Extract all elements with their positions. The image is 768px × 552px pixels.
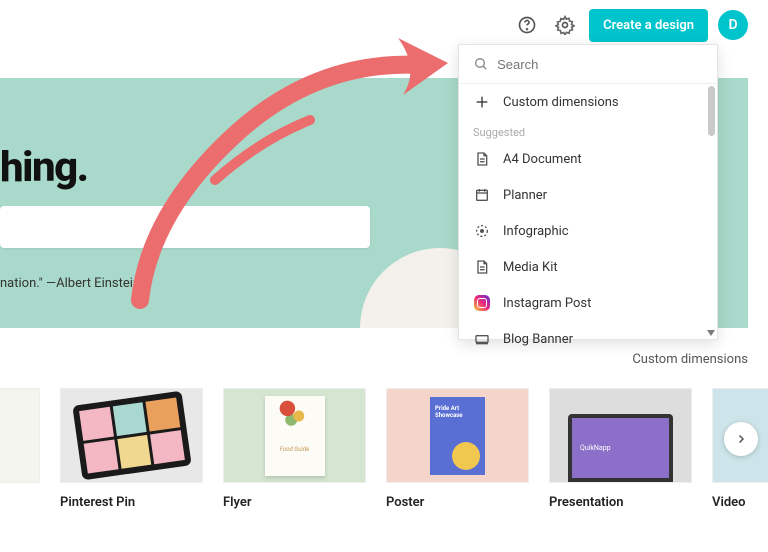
scrollbar-thumb[interactable] xyxy=(708,86,715,136)
dropdown-search-row xyxy=(459,45,717,84)
suggested-infographic[interactable]: Infographic xyxy=(459,213,717,249)
template-label: Pinterest Pin xyxy=(60,495,203,510)
top-header: Create a design D xyxy=(513,0,768,50)
document-icon xyxy=(473,258,491,276)
instagram-icon xyxy=(473,294,491,312)
template-thumbnail xyxy=(60,388,203,483)
template-card-poster[interactable]: Pride Art Showcase Poster xyxy=(386,388,529,510)
quote-text: nation." —Albert Einstein xyxy=(0,276,140,291)
template-carousel: Pinterest Pin Food Guide Flyer Pride Art… xyxy=(0,388,768,548)
template-thumbnail xyxy=(0,388,40,483)
dd-item-label: Infographic xyxy=(503,224,569,239)
hero-title: hing. xyxy=(0,143,88,192)
template-card-flyer[interactable]: Food Guide Flyer xyxy=(223,388,366,510)
template-label: Video xyxy=(712,495,768,510)
template-card-presentation[interactable]: QuikNapp Presentation xyxy=(549,388,692,510)
infographic-icon xyxy=(473,222,491,240)
document-icon xyxy=(473,150,491,168)
dd-item-label: Planner xyxy=(503,188,547,203)
create-design-dropdown: Custom dimensions Suggested A4 Document … xyxy=(458,44,718,340)
template-label: Poster xyxy=(386,495,529,510)
dropdown-scrollbar[interactable] xyxy=(707,86,715,336)
suggested-media-kit[interactable]: Media Kit xyxy=(459,249,717,285)
custom-dimensions-item[interactable]: Custom dimensions xyxy=(459,84,717,120)
suggested-planner[interactable]: Planner xyxy=(459,177,717,213)
dd-item-label: Blog Banner xyxy=(503,332,573,347)
dd-item-label: A4 Document xyxy=(503,152,582,167)
gear-icon[interactable] xyxy=(551,11,579,39)
plus-icon xyxy=(473,93,491,111)
dropdown-body: Custom dimensions Suggested A4 Document … xyxy=(459,84,717,339)
suggested-heading: Suggested xyxy=(459,120,717,141)
calendar-icon xyxy=(473,186,491,204)
dd-item-label: Instagram Post xyxy=(503,296,591,311)
suggested-blog-banner[interactable]: Blog Banner xyxy=(459,321,717,357)
dd-item-label: Media Kit xyxy=(503,260,558,275)
dd-item-label: Custom dimensions xyxy=(503,95,619,110)
template-label: Presentation xyxy=(549,495,692,510)
template-thumbnail: QuikNapp xyxy=(549,388,692,483)
help-icon[interactable] xyxy=(513,11,541,39)
create-design-button[interactable]: Create a design xyxy=(589,9,708,42)
carousel-next-button[interactable] xyxy=(724,422,758,456)
hero-search-input[interactable] xyxy=(0,206,370,248)
scrollbar-down-icon[interactable] xyxy=(707,330,715,336)
suggested-a4-document[interactable]: A4 Document xyxy=(459,141,717,177)
hero-quote[interactable]: nation." —Albert Einstein ❯ xyxy=(0,276,153,291)
template-label: Flyer xyxy=(223,495,366,510)
carousel-track: Pinterest Pin Food Guide Flyer Pride Art… xyxy=(0,388,768,510)
avatar[interactable]: D xyxy=(718,10,748,40)
search-icon xyxy=(473,55,489,73)
chevron-right-icon: ❯ xyxy=(144,278,152,289)
template-thumbnail: Food Guide xyxy=(223,388,366,483)
template-thumbnail: Pride Art Showcase xyxy=(386,388,529,483)
banner-icon xyxy=(473,330,491,348)
template-card-pinterest[interactable]: Pinterest Pin xyxy=(60,388,203,510)
suggested-instagram-post[interactable]: Instagram Post xyxy=(459,285,717,321)
dropdown-search-input[interactable] xyxy=(497,57,703,72)
template-card[interactable] xyxy=(0,388,40,510)
